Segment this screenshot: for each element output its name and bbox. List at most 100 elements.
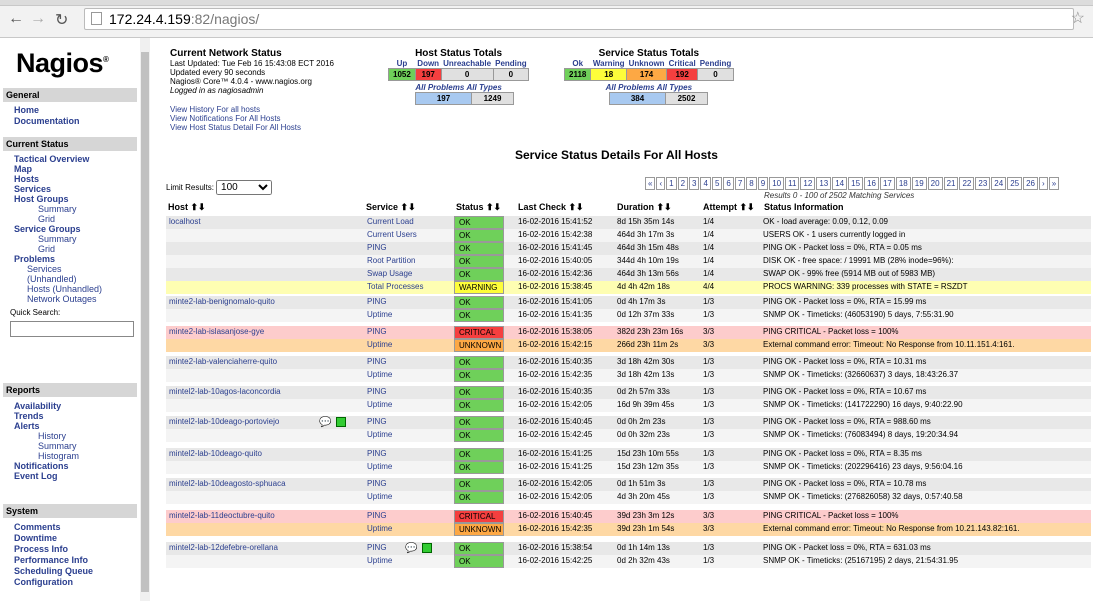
comment-icon[interactable]: 💬 [319,417,331,428]
service-cell[interactable]: PING [364,386,452,399]
page-link[interactable]: « [645,177,656,190]
page-link[interactable]: 20 [927,177,943,190]
host-cell[interactable]: mintel2-lab-12defebre-orellana [166,542,362,555]
host-cell[interactable] [166,461,362,474]
service-cell[interactable]: Uptime [364,429,452,442]
nav-notifications[interactable]: Notifications [14,461,69,471]
host-cell[interactable] [166,309,362,322]
svc-unknown-header[interactable]: Unknown [627,59,667,69]
service-cell[interactable]: PING [364,296,452,309]
host-cell[interactable]: mintel2-lab-10deago-portoviejo [166,416,362,429]
host-cell[interactable]: minte2-lab-benignomalo-quito [166,296,362,309]
bookmark-star-icon[interactable]: ☆ [1071,8,1085,28]
nav-problem-services[interactable]: Services [27,264,62,274]
service-cell[interactable]: Swap Usage [364,268,452,281]
comment-icon[interactable]: 💬 [405,543,417,554]
host-cell[interactable]: mintel2-lab-10deagosto-sphuaca [166,478,362,491]
host-cell[interactable] [166,369,362,382]
link-history[interactable]: View History For all hosts [170,105,334,114]
page-link[interactable]: 17 [879,177,895,190]
page-link[interactable]: 4 [700,177,711,190]
nav-alerts-histogram[interactable]: Histogram [38,451,79,461]
nav-documentation[interactable]: Documentation [14,116,80,126]
nav-home[interactable]: Home [14,105,39,115]
forward-icon[interactable]: → [30,10,46,28]
page-link[interactable]: 25 [1007,177,1023,190]
quick-search-input[interactable] [10,321,134,337]
page-link[interactable]: 16 [864,177,879,190]
host-cell[interactable] [166,523,362,536]
nav-comments[interactable]: Comments [14,522,61,532]
page-link[interactable]: 15 [848,177,864,190]
page-link[interactable]: 23 [975,177,991,190]
nav-alerts-history[interactable]: History [38,431,66,441]
service-action-icon[interactable] [336,417,346,427]
col-duration-header[interactable]: Duration ⬆⬇ [617,202,672,213]
page-link[interactable]: 11 [785,177,800,190]
host-all-types-label[interactable]: All Types [467,83,502,92]
nav-network-outages[interactable]: Network Outages [27,294,97,304]
nav-problems[interactable]: Problems [14,254,55,264]
service-cell[interactable]: Current Users [364,229,452,242]
service-cell[interactable]: Uptime [364,523,452,536]
svc-pending-header[interactable]: Pending [698,59,734,69]
service-cell[interactable]: Uptime [364,369,452,382]
service-cell[interactable]: Uptime [364,309,452,322]
page-link[interactable]: 19 [911,177,927,190]
service-cell[interactable]: Uptime [364,339,452,352]
page-link[interactable]: 21 [943,177,959,190]
svc-all-problems-label[interactable]: All Problems [606,83,655,92]
nav-configuration[interactable]: Configuration [14,577,73,587]
service-cell[interactable]: Uptime [364,491,452,504]
page-link[interactable]: 10 [769,177,785,190]
nav-scheduling-queue[interactable]: Scheduling Queue [14,566,93,576]
svc-ok-header[interactable]: Ok [565,59,591,69]
page-link[interactable]: 18 [895,177,911,190]
service-cell[interactable]: PING [364,478,452,491]
page-link[interactable]: 26 [1023,177,1039,190]
nav-event-log[interactable]: Event Log [14,471,58,481]
col-status-header[interactable]: Status ⬆⬇ [456,202,501,213]
page-link[interactable]: 2 [677,177,689,190]
nav-process-info[interactable]: Process Info [14,544,68,554]
service-cell[interactable]: Uptime [364,461,452,474]
host-cell[interactable] [166,339,362,352]
page-link[interactable]: 8 [746,177,757,190]
limit-select[interactable]: 100 [216,180,273,195]
page-link[interactable]: ‹ [656,177,666,190]
col-attempt-header[interactable]: Attempt ⬆⬇ [703,202,755,213]
nav-trends[interactable]: Trends [14,411,44,421]
nav-performance-info[interactable]: Performance Info [14,555,88,565]
host-cell[interactable]: minte2-lab-valenciaherre-quito [166,356,362,369]
nav-problem-services-unhandled[interactable]: (Unhandled) [27,274,77,284]
nav-alerts-summary[interactable]: Summary [38,441,77,451]
host-unreachable-header[interactable]: Unreachable [441,59,493,69]
col-info-header[interactable]: Status Information [764,202,844,212]
col-lastcheck-header[interactable]: Last Check ⬆⬇ [518,202,584,213]
host-down-header[interactable]: Down [415,59,441,69]
service-cell[interactable]: PING [364,510,452,523]
svc-warning-header[interactable]: Warning [591,59,627,69]
page-link[interactable]: 22 [959,177,975,190]
page-link[interactable]: » [1048,177,1060,190]
host-cell[interactable]: localhost [166,216,362,229]
host-cell[interactable]: mintel2-lab-10deago-quito [166,448,362,461]
nav-alerts[interactable]: Alerts [14,421,40,431]
host-cell[interactable] [166,429,362,442]
address-bar[interactable]: 172.24.4.159:82/nagios/ [84,8,1074,30]
host-cell[interactable] [166,229,362,242]
service-cell[interactable]: PING [364,448,452,461]
link-notifications[interactable]: View Notifications For All Hosts [170,114,334,123]
page-link[interactable]: 13 [816,177,832,190]
nav-hostgroup-grid[interactable]: Grid [38,214,55,224]
nav-tactical-overview[interactable]: Tactical Overview [14,154,89,164]
host-cell[interactable]: mintel2-lab-10agos-laconcordia [166,386,362,399]
nav-hosts[interactable]: Hosts [14,174,39,184]
service-cell[interactable]: Uptime [364,399,452,412]
host-cell[interactable] [166,268,362,281]
service-cell[interactable]: Uptime [364,555,452,568]
service-cell[interactable]: Current Load [364,216,452,229]
service-cell[interactable]: PING [364,416,452,429]
col-host-header[interactable]: Host ⬆⬇ [168,202,206,213]
nav-services[interactable]: Services [14,184,51,194]
